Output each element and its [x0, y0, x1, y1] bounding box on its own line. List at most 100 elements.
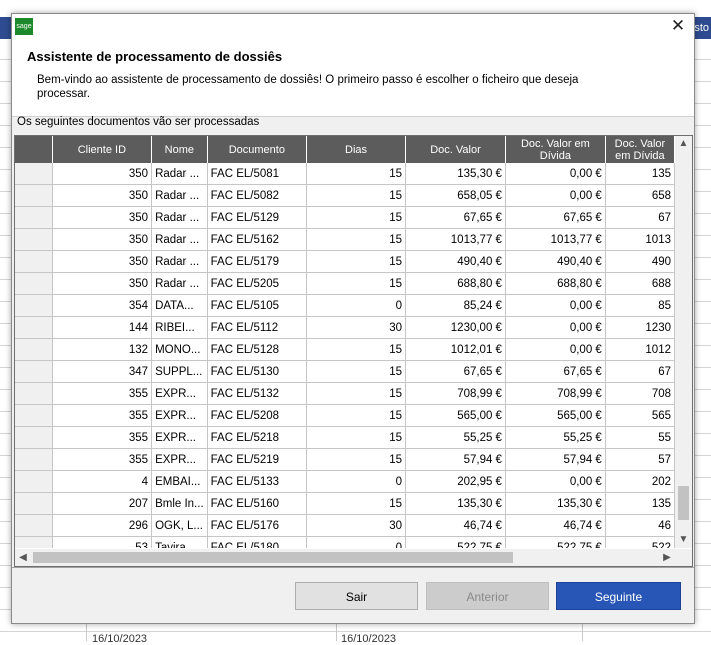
document-cell[interactable]: FAC EL/5176 [207, 514, 308, 537]
document-cell[interactable]: FAC EL/5160 [207, 492, 308, 515]
next-button[interactable]: Seguinte [556, 582, 681, 610]
doc-value-due-2-cell[interactable]: 67 [605, 360, 675, 383]
doc-value-due-2-cell[interactable]: 708 [605, 382, 675, 405]
row-selector-cell[interactable] [15, 404, 53, 427]
column-header-days[interactable]: Dias [306, 136, 407, 163]
doc-value-due-2-cell[interactable]: 67 [605, 206, 675, 229]
doc-value-due-2-cell[interactable]: 202 [605, 470, 675, 493]
row-selector-cell[interactable] [15, 272, 53, 295]
row-selector-cell[interactable] [15, 382, 53, 405]
scroll-down-arrow-icon[interactable]: ▼ [675, 532, 692, 548]
column-header-doc-value-due[interactable]: Doc. Valor em Dívida [505, 136, 606, 163]
client-id-cell[interactable]: 350 [52, 228, 153, 251]
doc-value-due-cell[interactable]: 0,00 € [505, 470, 606, 493]
doc-value-cell[interactable]: 1013,77 € [405, 228, 506, 251]
name-cell[interactable]: RIBEI... [151, 316, 208, 339]
doc-value-due-cell[interactable]: 0,00 € [505, 316, 606, 339]
days-cell[interactable]: 0 [306, 470, 407, 493]
close-icon[interactable]: ✕ [668, 16, 688, 36]
doc-value-cell[interactable]: 1230,00 € [405, 316, 506, 339]
document-cell[interactable]: FAC EL/5105 [207, 294, 308, 317]
days-cell[interactable]: 15 [306, 250, 407, 273]
days-cell[interactable]: 15 [306, 426, 407, 449]
client-id-cell[interactable]: 350 [52, 163, 153, 185]
client-id-cell[interactable]: 355 [52, 382, 153, 405]
table-row[interactable]: 350 Radar ... FAC EL/5082 15 658,05 €0,00 €6… [15, 184, 675, 207]
column-header-document[interactable]: Documento [207, 136, 308, 163]
document-cell[interactable]: FAC EL/5162 [207, 228, 308, 251]
doc-value-due-2-cell[interactable]: 1230 [605, 316, 675, 339]
table-row[interactable]: 350 Radar ... FAC EL/5129 15 67,65 €67,65 €6… [15, 206, 675, 229]
column-header-doc-value-due-2[interactable]: Doc. Valor em Dívida [605, 136, 675, 163]
name-cell[interactable]: DATA... [151, 294, 208, 317]
row-selector-cell[interactable] [15, 536, 53, 548]
days-cell[interactable]: 30 [306, 316, 407, 339]
table-row[interactable]: 350 Radar ... FAC EL/5162 15 1013,77 €1013,7… [15, 228, 675, 251]
row-selector-cell[interactable] [15, 316, 53, 339]
doc-value-due-cell[interactable]: 57,94 € [505, 448, 606, 471]
days-cell[interactable]: 15 [306, 382, 407, 405]
doc-value-due-2-cell[interactable]: 1012 [605, 338, 675, 361]
days-cell[interactable]: 15 [306, 163, 407, 185]
document-cell[interactable]: FAC EL/5133 [207, 470, 308, 493]
days-cell[interactable]: 15 [306, 206, 407, 229]
doc-value-cell[interactable]: 522,75 € [405, 536, 506, 548]
client-id-cell[interactable]: 207 [52, 492, 153, 515]
column-header-selector[interactable] [15, 136, 53, 163]
name-cell[interactable]: Tavira... [151, 536, 208, 548]
table-row[interactable]: 350 Radar ... FAC EL/5205 15 688,80 €688,80 … [15, 272, 675, 295]
document-cell[interactable]: FAC EL/5205 [207, 272, 308, 295]
table-row[interactable]: 4 EMBAI... FAC EL/5133 0 202,95 €0,00 €202 [15, 470, 675, 493]
row-selector-cell[interactable] [15, 448, 53, 471]
client-id-cell[interactable]: 350 [52, 206, 153, 229]
table-row[interactable]: 355 EXPR... FAC EL/5132 15 708,99 €708,99 €7… [15, 382, 675, 405]
doc-value-due-2-cell[interactable]: 135 [605, 492, 675, 515]
scroll-right-arrow-icon[interactable]: ▶ [659, 549, 675, 566]
client-id-cell[interactable]: 355 [52, 426, 153, 449]
table-row[interactable]: 53 Tavira... FAC EL/5180 0 522,75 €522,75 €5… [15, 536, 675, 548]
doc-value-due-cell[interactable]: 67,65 € [505, 360, 606, 383]
row-selector-cell[interactable] [15, 184, 53, 207]
doc-value-due-2-cell[interactable]: 57 [605, 448, 675, 471]
previous-button[interactable]: Anterior [426, 582, 549, 610]
row-selector-cell[interactable] [15, 360, 53, 383]
client-id-cell[interactable]: 53 [52, 536, 153, 548]
row-selector-cell[interactable] [15, 426, 53, 449]
doc-value-due-cell[interactable]: 522,75 € [505, 536, 606, 548]
table-row[interactable]: 207 Bmle In... FAC EL/5160 15 135,30 €135,30… [15, 492, 675, 515]
row-selector-cell[interactable] [15, 470, 53, 493]
doc-value-due-2-cell[interactable]: 490 [605, 250, 675, 273]
exit-button[interactable]: Sair [295, 582, 418, 610]
column-header-client-id[interactable]: Cliente ID [52, 136, 153, 163]
scroll-left-arrow-icon[interactable]: ◀ [15, 549, 31, 566]
name-cell[interactable]: EMBAI... [151, 470, 208, 493]
table-row[interactable]: 355 EXPR... FAC EL/5218 15 55,25 €55,25 €55 [15, 426, 675, 449]
table-row[interactable]: 347 SUPPL... FAC EL/5130 15 67,65 €67,65 €67 [15, 360, 675, 383]
document-cell[interactable]: FAC EL/5180 [207, 536, 308, 548]
doc-value-due-cell[interactable]: 135,30 € [505, 492, 606, 515]
doc-value-cell[interactable]: 688,80 € [405, 272, 506, 295]
doc-value-cell[interactable]: 55,25 € [405, 426, 506, 449]
doc-value-cell[interactable]: 135,30 € [405, 492, 506, 515]
doc-value-due-2-cell[interactable]: 1013 [605, 228, 675, 251]
doc-value-due-cell[interactable]: 0,00 € [505, 294, 606, 317]
client-id-cell[interactable]: 355 [52, 448, 153, 471]
document-cell[interactable]: FAC EL/5219 [207, 448, 308, 471]
doc-value-due-cell[interactable]: 0,00 € [505, 163, 606, 185]
name-cell[interactable]: OGK, L... [151, 514, 208, 537]
doc-value-cell[interactable]: 46,74 € [405, 514, 506, 537]
doc-value-due-2-cell[interactable]: 55 [605, 426, 675, 449]
doc-value-due-cell[interactable]: 565,00 € [505, 404, 606, 427]
client-id-cell[interactable]: 144 [52, 316, 153, 339]
row-selector-cell[interactable] [15, 163, 53, 185]
table-row[interactable]: 296 OGK, L... FAC EL/5176 30 46,74 €46,74 €4… [15, 514, 675, 537]
horizontal-scroll-thumb[interactable] [33, 552, 513, 563]
doc-value-due-cell[interactable]: 0,00 € [505, 338, 606, 361]
doc-value-due-cell[interactable]: 0,00 € [505, 184, 606, 207]
document-cell[interactable]: FAC EL/5130 [207, 360, 308, 383]
days-cell[interactable]: 15 [306, 228, 407, 251]
doc-value-due-cell[interactable]: 67,65 € [505, 206, 606, 229]
name-cell[interactable]: EXPR... [151, 426, 208, 449]
doc-value-cell[interactable]: 57,94 € [405, 448, 506, 471]
doc-value-cell[interactable]: 708,99 € [405, 382, 506, 405]
